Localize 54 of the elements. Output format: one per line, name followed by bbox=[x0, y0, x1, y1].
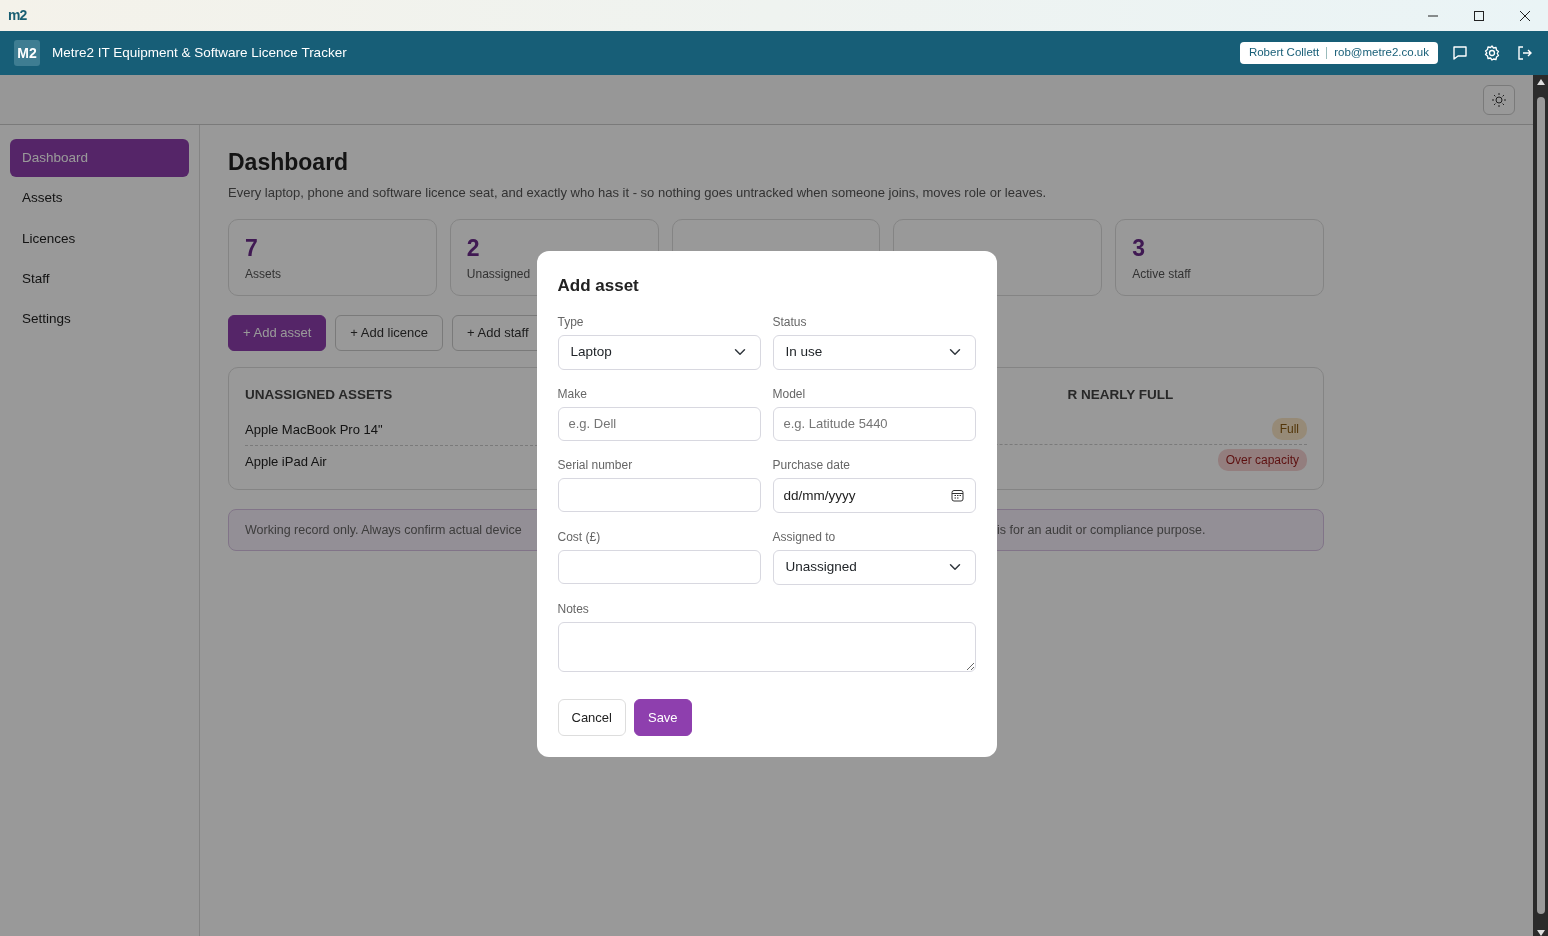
page-subtitle: Every laptop, phone and software licence seat, and exactly who has it - so nothing goes untracked when someone joins, moves role or leaves. bbox=[228, 183, 1048, 202]
action-button[interactable]: + Add licence bbox=[335, 315, 443, 351]
input-field[interactable] bbox=[557, 549, 761, 584]
sidebar-item[interactable]: Dashboard bbox=[10, 139, 189, 178]
field-label: Model bbox=[772, 385, 807, 403]
save-button[interactable]: Save bbox=[633, 698, 692, 736]
field-label: Type bbox=[557, 313, 585, 331]
status-badge: Over capacity bbox=[1217, 448, 1307, 471]
stat-label: Active staff bbox=[1132, 266, 1192, 284]
user-name: Robert Collett bbox=[1248, 45, 1320, 61]
app-logo: m2 bbox=[7, 6, 27, 25]
field-label: Make bbox=[557, 385, 588, 403]
notice-text: Working record only. Always confirm actual device bbox=[245, 522, 522, 537]
page-title: Dashboard bbox=[228, 149, 350, 177]
stat-value: 7 bbox=[245, 237, 259, 261]
sun-icon bbox=[1492, 92, 1506, 107]
stat-value: 2 bbox=[466, 237, 481, 261]
field-label: Notes bbox=[557, 600, 590, 618]
input-field[interactable]: e.g. Dell bbox=[557, 406, 761, 441]
select-field[interactable]: Laptop bbox=[557, 334, 761, 370]
notice-text: is for an audit or compliance purpose. bbox=[997, 521, 1206, 539]
cancel-button[interactable]: Cancel bbox=[557, 698, 626, 736]
theme-toggle-button[interactable] bbox=[1483, 84, 1515, 115]
field-label: Purchase date bbox=[772, 456, 851, 474]
field-label: Serial number bbox=[557, 456, 634, 474]
notes-field[interactable] bbox=[557, 621, 976, 672]
field-label: Assigned to bbox=[772, 528, 837, 546]
scroll-up-icon[interactable] bbox=[1536, 79, 1545, 85]
settings-icon[interactable] bbox=[1482, 43, 1502, 63]
sidebar-item[interactable]: Assets bbox=[10, 179, 189, 218]
user-email: rob@metre2.co.uk bbox=[1334, 45, 1429, 61]
close-icon bbox=[1519, 9, 1531, 22]
dialog-title: Add asset bbox=[557, 275, 640, 297]
status-badge: Full bbox=[1271, 417, 1307, 440]
calendar-icon[interactable] bbox=[950, 488, 964, 502]
maximize-icon bbox=[1473, 9, 1485, 22]
panel-title: UNASSIGNED ASSETS bbox=[245, 385, 393, 404]
sidebar-item[interactable]: Licences bbox=[10, 219, 189, 258]
stat-label: Assets bbox=[245, 266, 282, 284]
app-logo: M2 bbox=[14, 40, 40, 66]
stat-label: Unassigned bbox=[466, 266, 532, 284]
field-label: Cost (£) bbox=[557, 528, 602, 546]
field-label: Status bbox=[772, 313, 808, 331]
select-field[interactable]: Unassigned bbox=[772, 549, 976, 585]
app-title: Metre2 IT Equipment & Software Licence Tracker bbox=[52, 43, 347, 62]
stat-value: 3 bbox=[1132, 237, 1146, 261]
sidebar-item[interactable]: Staff bbox=[10, 259, 189, 298]
select-field[interactable]: In use bbox=[772, 334, 976, 370]
input-field[interactable]: e.g. Latitude 5440 bbox=[772, 406, 976, 441]
action-button[interactable]: + Add asset bbox=[228, 315, 327, 351]
scroll-down-icon[interactable] bbox=[1536, 930, 1545, 936]
sidebar-item[interactable]: Settings bbox=[10, 300, 189, 339]
input-field[interactable] bbox=[557, 477, 761, 512]
date-field[interactable]: dd/mm/yyyy bbox=[772, 477, 976, 513]
